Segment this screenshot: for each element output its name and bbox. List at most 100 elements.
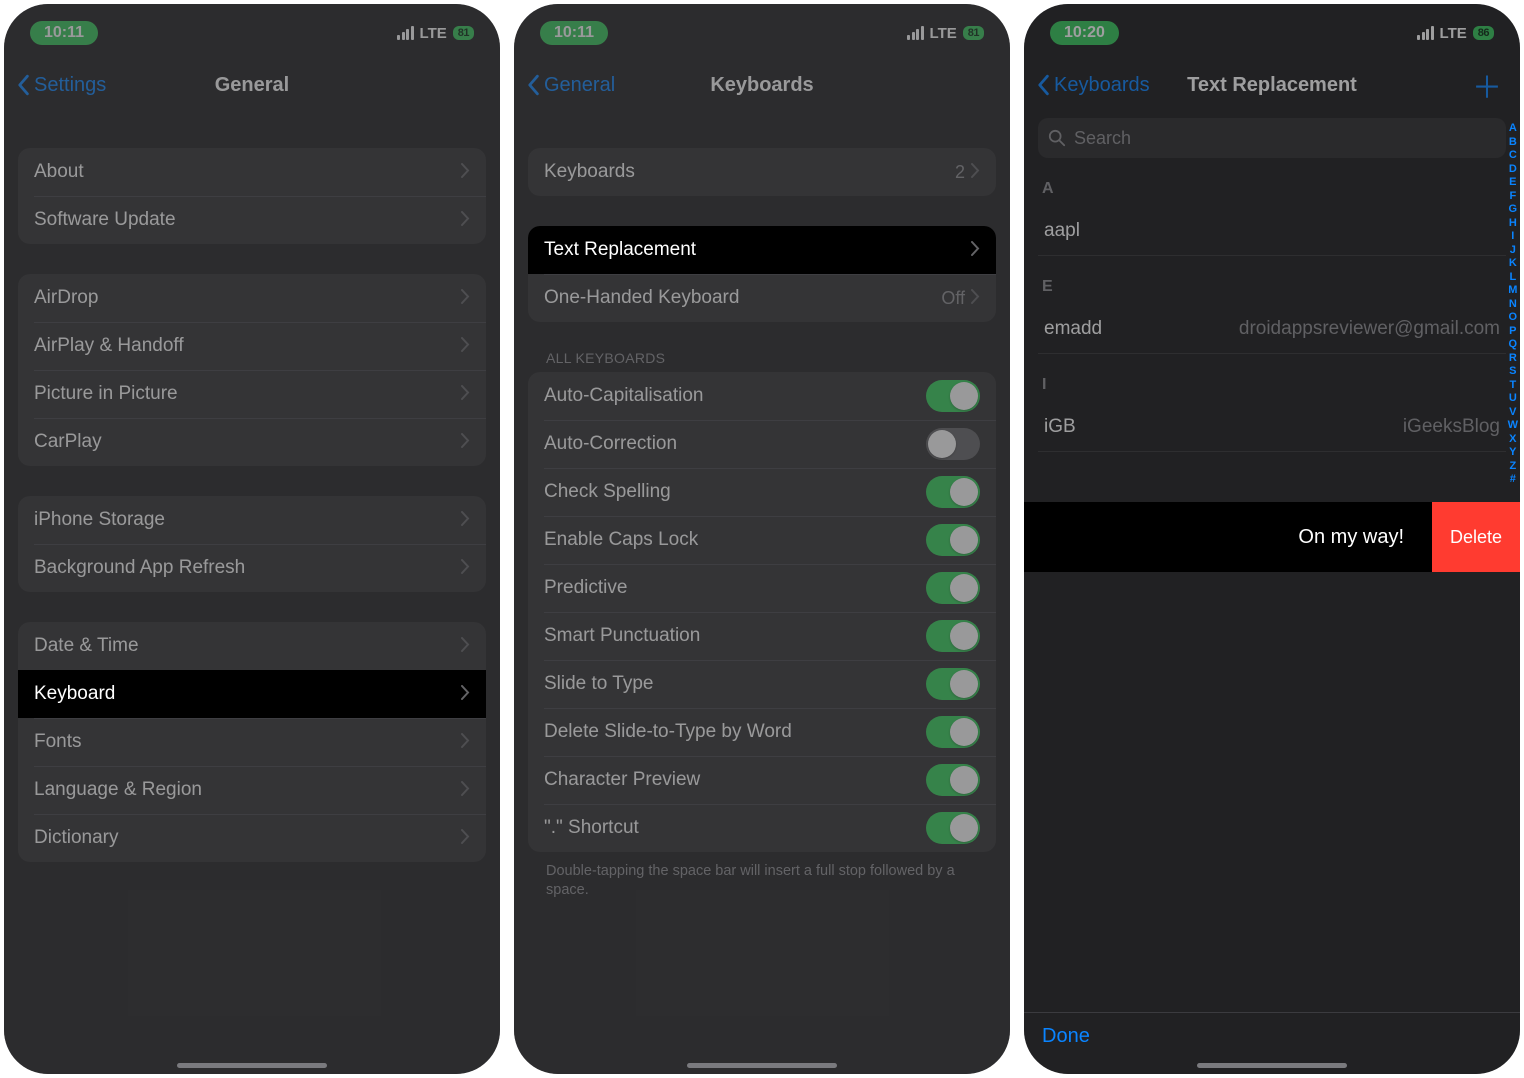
add-button[interactable]: ＋	[1472, 63, 1502, 107]
home-indicator[interactable]	[177, 1063, 327, 1068]
replacement-row[interactable]: emadddroidappsreviewer@gmail.com	[1038, 304, 1506, 354]
toggle-switch[interactable]	[926, 380, 980, 412]
index-letter[interactable]: J	[1508, 244, 1518, 256]
index-letter[interactable]: T	[1508, 379, 1518, 391]
list-row[interactable]: Language & Region	[18, 766, 486, 814]
index-letter[interactable]: Y	[1508, 446, 1518, 458]
chevron-right-icon	[461, 432, 470, 453]
chevron-right-icon	[461, 828, 470, 849]
battery-pill: 81	[963, 26, 984, 40]
toggle-switch[interactable]	[926, 812, 980, 844]
back-button[interactable]: Keyboards	[1036, 74, 1150, 97]
toggle-switch[interactable]	[926, 764, 980, 796]
list-row[interactable]: AirPlay & Handoff	[18, 322, 486, 370]
index-letter[interactable]: A	[1508, 122, 1518, 134]
delete-button[interactable]: Delete	[1432, 502, 1520, 572]
phrase-text: droidappsreviewer@gmail.com	[1239, 318, 1500, 340]
list-row[interactable]: Background App Refresh	[18, 544, 486, 592]
index-letter[interactable]: P	[1508, 325, 1518, 337]
signal-icon	[397, 26, 414, 40]
list-row[interactable]: AirDrop	[18, 274, 486, 322]
index-letter[interactable]: E	[1508, 176, 1518, 188]
toggle-switch[interactable]	[926, 524, 980, 556]
toggle-switch[interactable]	[926, 428, 980, 460]
index-letter[interactable]: W	[1508, 419, 1518, 431]
index-letter[interactable]: L	[1508, 271, 1518, 283]
index-letter[interactable]: N	[1508, 298, 1518, 310]
row-label: Check Spelling	[544, 481, 671, 503]
index-letter[interactable]: F	[1508, 190, 1518, 202]
row-label: Background App Refresh	[34, 557, 245, 579]
network-label: LTE	[930, 25, 957, 42]
index-letter[interactable]: B	[1508, 136, 1518, 148]
list-row[interactable]: Software Update	[18, 196, 486, 244]
index-letter[interactable]: M	[1508, 284, 1518, 296]
index-letter[interactable]: D	[1508, 163, 1518, 175]
list-row[interactable]: One-Handed KeyboardOff	[528, 274, 996, 322]
network-label: LTE	[420, 25, 447, 42]
row-label: Picture in Picture	[34, 383, 178, 405]
nav-header: Keyboards Text Replacement ＋	[1024, 58, 1520, 112]
index-letter[interactable]: X	[1508, 433, 1518, 445]
list-row[interactable]: CarPlay	[18, 418, 486, 466]
toggle-switch[interactable]	[926, 716, 980, 748]
row-keyboards[interactable]: Keyboards 2	[528, 148, 996, 196]
list-row[interactable]: Text Replacement	[528, 226, 996, 274]
search-input[interactable]: Search	[1038, 118, 1506, 158]
row-label: AirDrop	[34, 287, 98, 309]
section-keyboards-top: Keyboards 2	[528, 148, 996, 196]
swipe-row-content[interactable]: On my way!	[1024, 502, 1432, 572]
chevron-right-icon	[461, 288, 470, 309]
index-letter[interactable]: O	[1508, 311, 1518, 323]
toggle-switch[interactable]	[926, 620, 980, 652]
list-row[interactable]: iPhone Storage	[18, 496, 486, 544]
list-row[interactable]: Dictionary	[18, 814, 486, 862]
index-letter[interactable]: R	[1508, 352, 1518, 364]
list-row[interactable]: Keyboard	[18, 670, 486, 718]
chevron-right-icon	[461, 162, 470, 183]
index-letter[interactable]: V	[1508, 406, 1518, 418]
list-row[interactable]: About	[18, 148, 486, 196]
screen-keyboards: 10:11 LTE 81 General Keyboards Keyboards…	[514, 4, 1010, 1074]
done-button[interactable]: Done	[1042, 1025, 1090, 1048]
alphabet-index[interactable]: ABCDEFGHIJKLMNOPQRSTUVWXYZ#	[1508, 122, 1518, 485]
shortcut-text: aapl	[1044, 220, 1080, 242]
footer-note: Double-tapping the space bar will insert…	[546, 862, 978, 900]
index-letter[interactable]: Q	[1508, 338, 1518, 350]
toggle-switch[interactable]	[926, 668, 980, 700]
home-indicator[interactable]	[1197, 1063, 1347, 1068]
index-letter[interactable]: K	[1508, 257, 1518, 269]
index-letter[interactable]: #	[1508, 473, 1518, 485]
replacement-row[interactable]: aapl	[1038, 206, 1506, 256]
replacement-row[interactable]: iGBiGeeksBlog	[1038, 402, 1506, 452]
row-label: Keyboard	[34, 683, 115, 705]
section-about: AboutSoftware Update	[18, 148, 486, 244]
row-value: Off	[941, 288, 965, 309]
status-right: LTE 81	[397, 25, 474, 42]
toggle-switch[interactable]	[926, 572, 980, 604]
chevron-right-icon	[461, 780, 470, 801]
home-indicator[interactable]	[687, 1063, 837, 1068]
index-letter[interactable]: C	[1508, 149, 1518, 161]
screen-text-replacement: 10:20 LTE 86 Keyboards Text Replacement …	[1024, 4, 1520, 1074]
chevron-right-icon	[971, 240, 980, 261]
list-row[interactable]: Picture in Picture	[18, 370, 486, 418]
shortcut-text: iGB	[1044, 416, 1076, 438]
row-label: Fonts	[34, 731, 82, 753]
back-button[interactable]: Settings	[16, 74, 106, 97]
battery-pill: 81	[453, 26, 474, 40]
toggle-row: Auto-Capitalisation	[528, 372, 996, 420]
chevron-right-icon	[461, 384, 470, 405]
index-letter[interactable]: U	[1508, 392, 1518, 404]
index-letter[interactable]: I	[1508, 230, 1518, 242]
list-row[interactable]: Date & Time	[18, 622, 486, 670]
index-letter[interactable]: G	[1508, 203, 1518, 215]
index-letter[interactable]: H	[1508, 217, 1518, 229]
index-letter[interactable]: Z	[1508, 460, 1518, 472]
back-label: General	[544, 74, 615, 97]
list-row[interactable]: Fonts	[18, 718, 486, 766]
status-bar: 10:20 LTE 86	[1024, 4, 1520, 58]
toggle-switch[interactable]	[926, 476, 980, 508]
back-button[interactable]: General	[526, 74, 615, 97]
index-letter[interactable]: S	[1508, 365, 1518, 377]
